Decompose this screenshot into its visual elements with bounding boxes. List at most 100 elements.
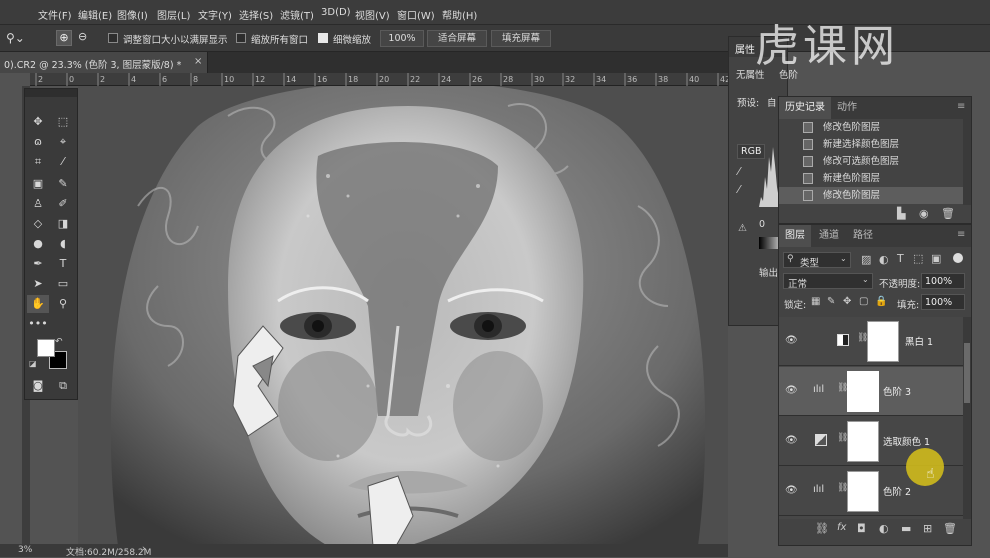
menu-layer[interactable]: 图层(L) — [157, 7, 190, 22]
dodge-tool-icon[interactable]: ◖ — [52, 235, 74, 253]
close-icon[interactable]: × — [194, 56, 202, 67]
lock-transparent-icon[interactable]: ▦ — [811, 296, 820, 307]
delete-trash-icon[interactable]: 🗑 — [941, 207, 955, 220]
eyedropper-tool-icon[interactable]: ⁄ — [52, 153, 74, 171]
layer-row-levels-3[interactable]: 👁 ılıl ⛓ 色阶 3 — [779, 367, 963, 416]
zoom-out-icon[interactable]: ⊖ — [78, 30, 87, 43]
blur-tool-icon[interactable]: ● — [27, 235, 49, 253]
tab-paths[interactable]: 路径 — [847, 225, 879, 247]
fill-input[interactable]: 100% — [921, 294, 965, 310]
lock-artboard-icon[interactable]: ▢ — [859, 296, 868, 307]
filter-adjustment-icon[interactable]: ◐ — [879, 253, 889, 266]
blend-mode-select[interactable]: 正常 ⌄ — [783, 273, 873, 290]
history-item[interactable]: 新建选择颜色图层 — [779, 136, 963, 153]
input-min-value[interactable]: 0 — [759, 219, 765, 230]
marquee-tool-icon[interactable]: ⬚ — [52, 113, 74, 131]
visibility-eye-icon[interactable]: 👁 — [785, 435, 798, 446]
filter-type-icon[interactable]: T — [897, 252, 904, 265]
lasso-tool-icon[interactable]: ɷ — [27, 133, 49, 151]
lock-pixels-icon[interactable]: ✎ — [827, 296, 835, 307]
history-item[interactable]: 新建色阶图层 — [779, 170, 963, 187]
layer-filter-select[interactable]: ⚲ 类型 ⌄ — [783, 252, 851, 269]
tab-actions[interactable]: 动作 — [831, 97, 863, 119]
layer-name[interactable]: 色阶 2 — [883, 484, 911, 498]
eraser-tool-icon[interactable]: ◇ — [27, 215, 49, 233]
delete-layer-trash-icon[interactable]: 🗑 — [943, 522, 957, 535]
filter-pixel-icon[interactable]: ▨ — [861, 253, 871, 266]
visibility-eye-icon[interactable]: 👁 — [785, 485, 798, 496]
history-item[interactable]: 修改色阶图层 — [779, 119, 963, 136]
layer-mask-thumbnail[interactable] — [847, 471, 879, 512]
menu-help[interactable]: 帮助(H) — [442, 7, 477, 22]
menu-type[interactable]: 文字(Y) — [198, 7, 232, 22]
menu-filter[interactable]: 滤镜(T) — [280, 7, 314, 22]
history-brush-tool-icon[interactable]: ✐ — [52, 195, 74, 213]
crop-tool-icon[interactable]: ⌗ — [27, 153, 49, 171]
add-mask-icon[interactable]: ◘ — [857, 522, 866, 535]
menu-select[interactable]: 选择(S) — [239, 7, 273, 22]
tab-channels[interactable]: 通道 — [813, 225, 845, 247]
gradient-tool-icon[interactable]: ◨ — [52, 215, 74, 233]
layer-style-fx-icon[interactable]: fx — [837, 522, 846, 533]
zoom-tool-icon[interactable]: ⚲ — [52, 295, 74, 313]
type-tool-icon[interactable]: T — [52, 255, 74, 273]
eyedropper-gray-icon[interactable]: ⁄ — [738, 165, 740, 178]
healing-brush-tool-icon[interactable]: ▣ — [27, 175, 49, 193]
menu-window[interactable]: 窗口(W) — [397, 7, 435, 22]
history-item[interactable]: 修改色阶图层 — [779, 187, 963, 204]
foreground-color-swatch[interactable] — [37, 339, 55, 357]
path-select-tool-icon[interactable]: ➤ — [27, 275, 49, 293]
history-scrollbar[interactable] — [963, 119, 971, 205]
filter-toggle-icon[interactable] — [953, 253, 963, 263]
document-tab[interactable]: 0).CR2 @ 23.3% (色阶 3, 图层蒙版/8) * × — [0, 52, 208, 73]
scrubby-zoom-checkbox[interactable] — [318, 33, 328, 44]
pen-tool-icon[interactable]: ✒ — [27, 255, 49, 273]
menu-3d[interactable]: 3D(D) — [321, 7, 351, 18]
tab-layers[interactable]: 图层 — [779, 225, 811, 247]
panel-menu-icon[interactable]: ≡ — [957, 229, 965, 240]
shape-tool-icon[interactable]: ▭ — [52, 275, 74, 293]
fit-screen-button[interactable]: 适合屏幕 — [427, 30, 487, 47]
zoom-all-checkbox[interactable] — [236, 33, 246, 44]
layer-mask-thumbnail[interactable] — [847, 371, 879, 412]
new-layer-icon[interactable]: ⊞ — [923, 522, 932, 535]
scrollbar-thumb[interactable] — [964, 343, 970, 403]
tab-properties[interactable]: 属性 — [735, 41, 755, 56]
tab-history[interactable]: 历史记录 — [779, 97, 831, 119]
layer-name[interactable]: 黑白 1 — [905, 334, 933, 348]
link-layers-icon[interactable]: ⛓ — [815, 522, 829, 535]
screen-mode-icon[interactable]: ⧉ — [52, 377, 74, 395]
opacity-input[interactable]: 100% — [921, 273, 965, 289]
hand-tool-icon[interactable]: ✋ — [27, 295, 49, 313]
preset-value[interactable]: 自 — [767, 95, 777, 109]
status-menu-icon[interactable]: › — [142, 544, 146, 554]
new-adjustment-layer-icon[interactable]: ◐ — [879, 522, 889, 535]
lock-all-icon[interactable]: 🔒 — [875, 296, 887, 307]
fill-screen-button[interactable]: 填充屏幕 — [491, 30, 551, 47]
document-canvas[interactable] — [78, 86, 728, 546]
layer-row-black-white[interactable]: 👁 ⛓ 黑白 1 — [779, 317, 963, 366]
layer-mask-thumbnail[interactable] — [847, 421, 879, 462]
layers-scrollbar[interactable] — [963, 317, 971, 519]
layer-name[interactable]: 选取颜色 1 — [883, 434, 930, 448]
zoom-in-icon[interactable]: ⊕ — [56, 30, 72, 46]
new-group-folder-icon[interactable]: ▬ — [901, 522, 911, 535]
quick-select-tool-icon[interactable]: ⌖ — [52, 133, 74, 151]
history-item[interactable]: 修改可选颜色图层 — [779, 153, 963, 170]
visibility-eye-icon[interactable]: 👁 — [785, 385, 798, 396]
new-document-from-state-icon[interactable]: ▙ — [897, 207, 905, 220]
zoom-tool-icon[interactable]: ⚲⌄ — [6, 31, 25, 45]
menu-edit[interactable]: 编辑(E) — [78, 7, 112, 22]
clipping-warning-icon[interactable]: ⚠ — [738, 223, 747, 234]
layer-name[interactable]: 色阶 3 — [883, 384, 911, 398]
more-tools-icon[interactable]: ••• — [27, 315, 49, 333]
lock-position-icon[interactable]: ✥ — [843, 296, 851, 307]
snapshot-camera-icon[interactable]: ◉ — [919, 207, 929, 220]
panel-menu-icon[interactable]: ≡ — [957, 101, 965, 112]
layer-mask-thumbnail[interactable] — [867, 321, 899, 362]
zoom-100-button[interactable]: 100% — [380, 30, 424, 47]
filter-shape-icon[interactable]: ⬚ — [913, 252, 923, 265]
menu-file[interactable]: 文件(F) — [38, 7, 72, 22]
clone-stamp-tool-icon[interactable]: ♙ — [27, 195, 49, 213]
visibility-eye-icon[interactable]: 👁 — [785, 335, 798, 346]
